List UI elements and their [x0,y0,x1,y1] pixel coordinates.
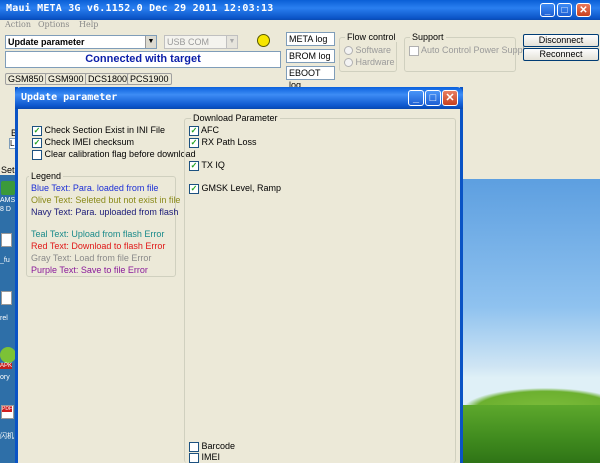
chevron-down-icon[interactable]: ▼ [226,36,237,48]
desktop-app-icon[interactable] [1,181,15,195]
close-icon[interactable]: ✕ [442,90,458,106]
flow-software-radio[interactable]: Software [344,45,392,56]
auto-power-label: Auto Control Power Supply [421,45,530,55]
download-parameter-title: Download Parameter [191,113,280,123]
gmsk-level-label: GMSK Level, Ramp [201,183,282,193]
checkbox-checked-icon: ✓ [32,125,42,136]
flow-hardware-label: Hardware [355,57,395,67]
chevron-down-icon[interactable]: ▼ [145,36,156,48]
menu-options[interactable]: Options [38,20,70,29]
check-imei-checkbox[interactable]: ✓ Check IMEI checksum [32,137,134,148]
legend-olive: Olive Text: Seleted but not exist in fil… [31,195,181,205]
maximize-icon[interactable]: □ [425,90,441,106]
rx-path-loss-checkbox[interactable]: ✓ RX Path Loss [189,137,257,148]
desktop-label: ory [0,374,10,381]
android-icon[interactable] [0,347,16,363]
main-title-bar[interactable]: Maui META 3G v6.1152.0 Dec 29 2011 12:03… [0,0,600,20]
tx-iq-label: TX IQ [201,160,225,170]
checkbox-checked-icon: ✓ [189,125,199,136]
close-icon[interactable]: ✕ [576,3,591,17]
menu-action[interactable]: Action [5,20,31,29]
radio-icon [344,46,353,56]
support-label: Support [410,32,446,42]
document-icon[interactable] [1,291,12,305]
barcode-checkbox[interactable]: Barcode [189,441,235,452]
connection-status: Connected with target [5,51,281,68]
flow-hardware-radio[interactable]: Hardware [344,57,395,68]
desktop-label: rel [0,315,8,322]
imei-label: IMEI [201,452,221,462]
meta-log-field[interactable]: META log [286,32,335,46]
clear-calibration-label: Clear calibration flag before download [44,149,196,159]
desktop-label: _fu [0,257,10,264]
mode-select[interactable]: Update parameter ▼ [5,35,157,49]
checkbox-icon [189,452,199,463]
legend-blue: Blue Text: Para. loaded from file [31,183,159,193]
checkbox-checked-icon: ✓ [189,137,199,148]
checkbox-checked-icon: ✓ [32,137,42,148]
check-imei-label: Check IMEI checksum [44,137,135,147]
afc-label: AFC [201,125,220,135]
imei-checkbox[interactable]: IMEI [189,452,220,463]
dialog-title: Update parameter [21,92,118,103]
tab-dcs1800[interactable]: DCS1800 [85,73,131,85]
checkbox-icon [409,45,419,56]
checkbox-icon [32,149,42,160]
eboot-log-field[interactable]: EBOOT log [286,66,335,90]
auto-power-checkbox[interactable]: Auto Control Power Supply [409,45,529,56]
tx-iq-checkbox[interactable]: ✓ TX IQ [189,160,225,171]
flow-software-label: Software [355,45,392,55]
reconnect-button[interactable]: Reconnect [523,48,599,61]
tab-gsm900[interactable]: GSM900 [45,73,87,85]
legend-purple: Purple Text: Save to file Error [31,265,148,275]
desktop-label: 闪机 [0,433,14,440]
mode-select-value: Update parameter [8,37,85,47]
disconnect-button[interactable]: Disconnect [523,34,599,47]
check-section-checkbox[interactable]: ✓ Check Section Exist in INI File [32,125,165,136]
minimize-icon[interactable]: _ [408,90,424,106]
desktop-label: 8 D [0,206,11,213]
clear-calibration-checkbox[interactable]: Clear calibration flag before download [32,149,196,160]
bg-tab-set: Set [1,165,15,175]
menu-bar: Action Options Help [0,20,600,32]
desktop-label: APK [0,363,13,369]
radio-icon [344,58,353,68]
checkbox-icon [189,441,199,452]
legend-title: Legend [29,171,64,181]
tab-gsm850[interactable]: GSM850 [5,73,47,85]
minimize-icon[interactable]: _ [540,3,555,17]
maximize-icon[interactable]: □ [557,3,572,17]
menu-help[interactable]: Help [79,20,98,29]
afc-checkbox[interactable]: ✓ AFC [189,125,219,136]
checkbox-checked-icon: ✓ [189,183,199,194]
desktop-label: AMS [0,197,16,204]
pdf-icon[interactable]: PDF [1,405,14,419]
status-indicator [257,34,270,47]
checkbox-checked-icon: ✓ [189,160,199,171]
legend-navy: Navy Text: Para. uploaded from flash [31,207,179,217]
brom-log-field[interactable]: BROM log [286,49,335,63]
legend-gray: Gray Text: Load from file Error [31,253,152,263]
pdf-badge: PDF [2,406,12,412]
port-select[interactable]: USB COM ▼ [164,35,238,49]
tab-pcs1900[interactable]: PCS1900 [127,73,172,85]
legend-red: Red Text: Download to flash Error [31,241,166,251]
document-icon[interactable] [1,233,12,247]
check-section-label: Check Section Exist in INI File [44,125,166,135]
rx-path-loss-label: RX Path Loss [201,137,257,147]
app-title: Maui META 3G v6.1152.0 Dec 29 2011 12:03… [6,3,274,14]
dialog-title-bar[interactable]: Update parameter _ □ ✕ [15,87,463,109]
wallpaper-grass [463,405,600,463]
legend-teal: Teal Text: Upload from flash Error [31,229,165,239]
barcode-label: Barcode [201,441,236,451]
gmsk-level-checkbox[interactable]: ✓ GMSK Level, Ramp [189,183,281,194]
flow-control-label: Flow control [345,32,398,42]
port-select-value: USB COM [167,37,210,47]
